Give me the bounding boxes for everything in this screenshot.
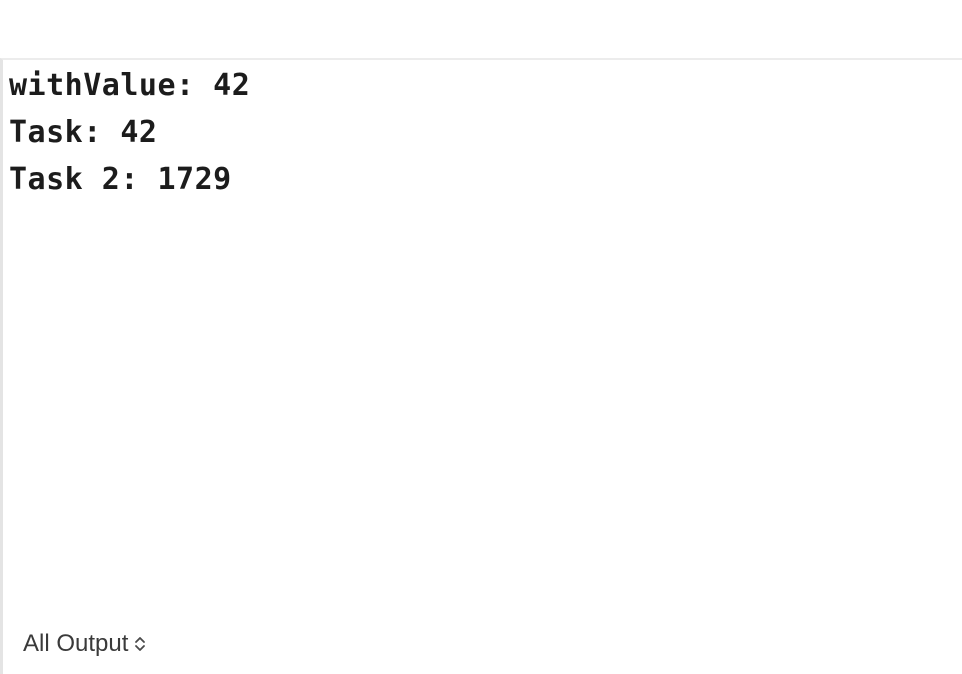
console-line: Task 2: 1729 [9, 162, 232, 197]
output-filter-label: All Output [23, 630, 129, 657]
chevron-up-down-icon [135, 637, 146, 651]
console-output: withValue: 42 Task: 42 Task 2: 1729 [9, 62, 250, 203]
output-filter-popup[interactable]: All Output [23, 628, 146, 660]
console-line: withValue: 42 [9, 68, 251, 103]
screen: withValue: 42 Task: 42 Task 2: 1729 All … [0, 0, 962, 674]
console-line: Task: 42 [9, 115, 158, 150]
console-pane: withValue: 42 Task: 42 Task 2: 1729 All … [0, 58, 962, 674]
